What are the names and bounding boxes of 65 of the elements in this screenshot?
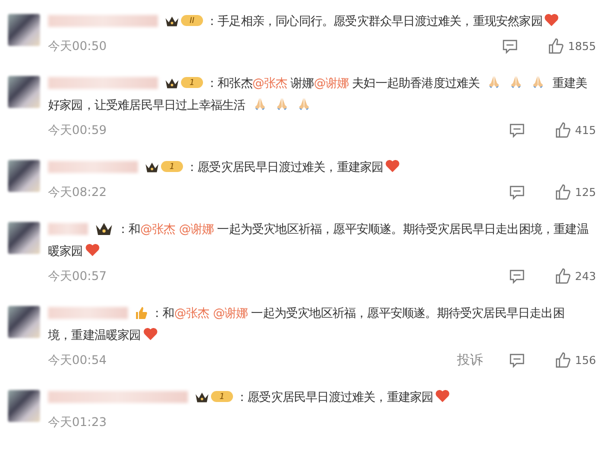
comment-time: 今天00:54: [48, 352, 108, 368]
comment-text: ：和张杰@张杰 谢娜@谢娜 夫妇一起助香港度过难关 重建美: [206, 74, 588, 92]
heart-icon: [385, 159, 400, 173]
report-link[interactable]: 投诉: [457, 351, 483, 369]
blurred-avatar: [8, 160, 40, 192]
like-count: 1855: [568, 40, 596, 52]
blurred-username: [48, 223, 88, 235]
like-count: 156: [575, 354, 596, 366]
comment-text: ：愿受灾居民早日渡过难关，重建家园: [186, 156, 400, 178]
praying-hands-icon: [509, 75, 524, 89]
comment-text: ：和@张杰 @谢娜 一起为受灾地区祈福，愿平安顺遂。期待受灾居民早日走出困: [151, 305, 564, 322]
comment-text: ：手足相亲，同心同行。愿受灾群众早日渡过难关，重现安然家园: [206, 10, 560, 32]
blurred-avatar: [8, 76, 40, 108]
mention-link[interactable]: @张杰: [174, 306, 210, 320]
comment-text: 好家园，让受难居民早日过上幸福生活: [48, 94, 596, 116]
like-count: 243: [575, 270, 596, 282]
level-badge: II: [181, 15, 203, 26]
level-badge: 1: [211, 391, 233, 402]
praying-hands-icon: [252, 97, 267, 111]
comment-icon[interactable]: [509, 352, 525, 368]
mention-link[interactable]: @谢娜: [179, 222, 214, 236]
mention-link[interactable]: @谢娜: [314, 76, 349, 90]
comment-time: 今天00:50: [48, 38, 108, 54]
like-count: 415: [575, 124, 596, 136]
heart-icon: [84, 243, 100, 257]
heart-icon: [435, 389, 450, 403]
blurred-avatar: [8, 306, 40, 338]
blurred-avatar: [8, 222, 40, 254]
crown-icon: [144, 160, 160, 174]
blurred-avatar: [8, 14, 40, 46]
comment-time: 今天08:22: [48, 184, 108, 200]
mention-link[interactable]: @谢娜: [213, 306, 248, 320]
praying-hands-icon: [296, 97, 311, 111]
comment-icon[interactable]: [509, 184, 525, 200]
like-count: 125: [575, 186, 596, 198]
level-badge: 1: [161, 161, 183, 172]
like-icon[interactable]: [555, 268, 571, 284]
praying-hands-icon: [531, 75, 546, 89]
comment-text: 暖家园: [48, 240, 596, 262]
like-icon[interactable]: [548, 38, 564, 54]
crown-icon: [94, 221, 114, 237]
like-icon[interactable]: [555, 184, 571, 200]
comment-time: 今天01:23: [48, 414, 108, 430]
thumbs-up-icon: [134, 306, 148, 320]
comment-icon[interactable]: [502, 38, 518, 54]
comment-time: 今天00:59: [48, 122, 108, 138]
crown-icon: [164, 76, 180, 90]
praying-hands-icon: [274, 97, 289, 111]
comment-icon[interactable]: [509, 122, 525, 138]
blurred-avatar: [8, 390, 40, 422]
comment-time: 今天00:57: [48, 268, 108, 284]
comment-icon[interactable]: [509, 268, 525, 284]
heart-icon: [544, 13, 560, 27]
comment-text: 境，重建温暖家园: [48, 324, 596, 346]
mention-link[interactable]: @张杰: [252, 76, 288, 90]
like-icon[interactable]: [555, 122, 571, 138]
crown-icon: [194, 390, 210, 404]
praying-hands-icon: [487, 75, 502, 89]
heart-icon: [142, 327, 158, 341]
comment-text: ：和@张杰 @谢娜 一起为受灾地区祈福，愿平安顺遂。期待受灾居民早日走出困境，重建温: [117, 221, 588, 238]
crown-icon: [164, 14, 180, 28]
level-badge: 1: [181, 77, 203, 88]
comment-text: ：愿受灾居民早日渡过难关，重建家园: [236, 386, 450, 408]
like-icon[interactable]: [555, 352, 571, 368]
mention-link[interactable]: @张杰: [140, 222, 176, 236]
